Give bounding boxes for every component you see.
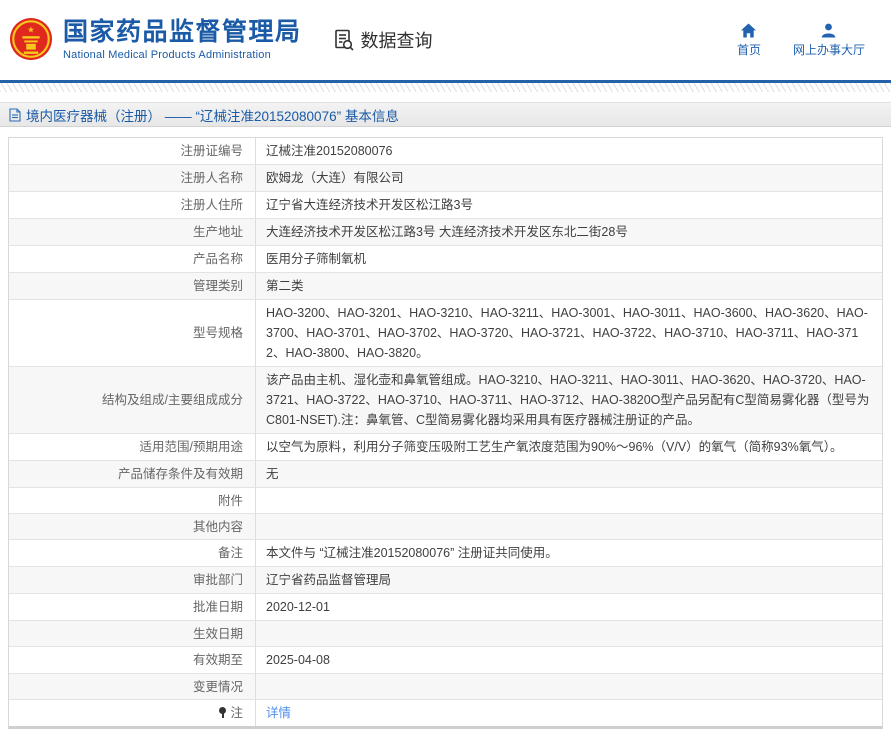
- row-value: [256, 621, 882, 646]
- row-label: 生效日期: [9, 621, 256, 646]
- nav-home-label: 首页: [736, 42, 761, 57]
- row-value: 第二类: [266, 279, 304, 293]
- row-value: 详情: [256, 700, 882, 726]
- site-subtitle: National Medical Products Administration: [63, 48, 271, 61]
- header-hatch-band: [0, 83, 891, 92]
- details-link[interactable]: 详情: [266, 703, 291, 723]
- table-row: 生效日期: [9, 621, 882, 647]
- table-row: 结构及组成/主要组成成分 该产品由主机、湿化壶和鼻氧管组成。HAO-3210、H…: [9, 367, 882, 434]
- row-value: 以空气为原料，利用分子筛变压吸附工艺生产氧浓度范围为90%～96%（V/V）的氧…: [266, 440, 843, 454]
- table-row: 批准日期 2020-12-01: [9, 594, 882, 621]
- table-row: 生产地址 大连经济技术开发区松江路3号 大连经济技术开发区东北二街28号: [9, 219, 882, 246]
- home-icon: [740, 23, 757, 38]
- row-value: 辽宁省大连经济技术开发区松江路3号: [266, 198, 473, 212]
- table-row: 适用范围/预期用途 以空气为原料，利用分子筛变压吸附工艺生产氧浓度范围为90%～…: [9, 434, 882, 461]
- table-row: 其他内容: [9, 514, 882, 540]
- row-value: 欧姆龙（大连）有限公司: [266, 171, 404, 185]
- national-emblem-icon: ★: [8, 15, 54, 65]
- row-label: 有效期至: [9, 647, 256, 673]
- header-nav: 首页 网上办事大厅: [737, 23, 865, 58]
- table-row: 注册人名称 欧姆龙（大连）有限公司: [9, 165, 882, 192]
- data-query-label: 数据查询: [360, 31, 433, 51]
- row-label: 备注: [9, 540, 256, 566]
- table-row: 产品储存条件及有效期 无: [9, 461, 882, 488]
- brand-logo[interactable]: ★ 国家药品监督管理局 National Medical Products Ad…: [8, 15, 302, 65]
- nav-home[interactable]: 首页: [737, 23, 761, 58]
- row-label: 批准日期: [9, 594, 256, 620]
- row-label: 生产地址: [9, 219, 256, 245]
- row-label: 注册人住所: [9, 192, 256, 218]
- row-label: 注册证编号: [9, 138, 256, 164]
- breadcrumb: 境内医疗器械（注册） —— “辽械注准20152080076” 基本信息: [0, 102, 891, 127]
- table-row: 管理类别 第二类: [9, 273, 882, 300]
- user-icon: [820, 23, 837, 38]
- row-label: 注: [9, 700, 256, 726]
- row-value: [256, 488, 882, 513]
- note-label: 注: [230, 706, 243, 720]
- table-row: 备注 本文件与 “辽械注准20152080076” 注册证共同使用。: [9, 540, 882, 567]
- table-row: 型号规格 HAO-3200、HAO-3201、HAO-3210、HAO-3211…: [9, 300, 882, 367]
- row-label: 注册人名称: [9, 165, 256, 191]
- table-row: 变更情况: [9, 674, 882, 700]
- row-value: 本文件与 “辽械注准20152080076” 注册证共同使用。: [266, 546, 558, 560]
- row-value: 辽械注准20152080076: [266, 144, 393, 158]
- row-label: 变更情况: [9, 674, 256, 699]
- row-value: 医用分子筛制氧机: [266, 252, 367, 266]
- document-search-icon: [332, 28, 356, 52]
- row-value: [256, 514, 882, 539]
- svg-text:★: ★: [27, 24, 35, 34]
- table-row: 有效期至 2025-04-08: [9, 647, 882, 674]
- table-row: 注册证编号 辽械注准20152080076: [9, 138, 882, 165]
- row-label: 审批部门: [9, 567, 256, 593]
- table-row: 注册人住所 辽宁省大连经济技术开发区松江路3号: [9, 192, 882, 219]
- row-value: 2020-12-01: [266, 600, 330, 614]
- row-label: 产品名称: [9, 246, 256, 272]
- table-row: 注 详情: [9, 700, 882, 726]
- row-label: 结构及组成/主要组成成分: [9, 367, 256, 433]
- site-header: ★ 国家药品监督管理局 National Medical Products Ad…: [0, 0, 891, 80]
- row-label: 管理类别: [9, 273, 256, 299]
- row-label: 型号规格: [9, 300, 256, 366]
- row-label: 其他内容: [9, 514, 256, 539]
- row-value: [256, 674, 882, 699]
- row-value: 辽宁省药品监督管理局: [266, 573, 392, 587]
- nav-online-hall-label: 网上办事大厅: [792, 42, 865, 57]
- row-value: HAO-3200、HAO-3201、HAO-3210、HAO-3211、HAO-…: [266, 306, 868, 360]
- table-row: 产品名称 医用分子筛制氧机: [9, 246, 882, 273]
- pin-icon: [219, 707, 227, 719]
- row-value: 无: [266, 467, 279, 481]
- nav-online-hall[interactable]: 网上办事大厅: [793, 23, 865, 58]
- breadcrumb-text: 境内医疗器械（注册） —— “辽械注准20152080076” 基本信息: [26, 108, 399, 124]
- table-row: 附件: [9, 488, 882, 514]
- document-icon: [9, 107, 21, 122]
- row-label: 产品储存条件及有效期: [9, 461, 256, 487]
- registration-detail-table: 注册证编号 辽械注准20152080076 注册人名称 欧姆龙（大连）有限公司 …: [8, 137, 883, 729]
- row-value: 2025-04-08: [266, 653, 330, 667]
- row-value: 该产品由主机、湿化壶和鼻氧管组成。HAO-3210、HAO-3211、HAO-3…: [266, 373, 870, 427]
- row-label: 附件: [9, 488, 256, 513]
- row-value: 大连经济技术开发区松江路3号 大连经济技术开发区东北二街28号: [266, 225, 628, 239]
- site-title: 国家药品监督管理局: [63, 18, 302, 47]
- data-query-button[interactable]: 数据查询: [332, 27, 433, 53]
- row-label: 适用范围/预期用途: [9, 434, 256, 460]
- table-row: 审批部门 辽宁省药品监督管理局: [9, 567, 882, 594]
